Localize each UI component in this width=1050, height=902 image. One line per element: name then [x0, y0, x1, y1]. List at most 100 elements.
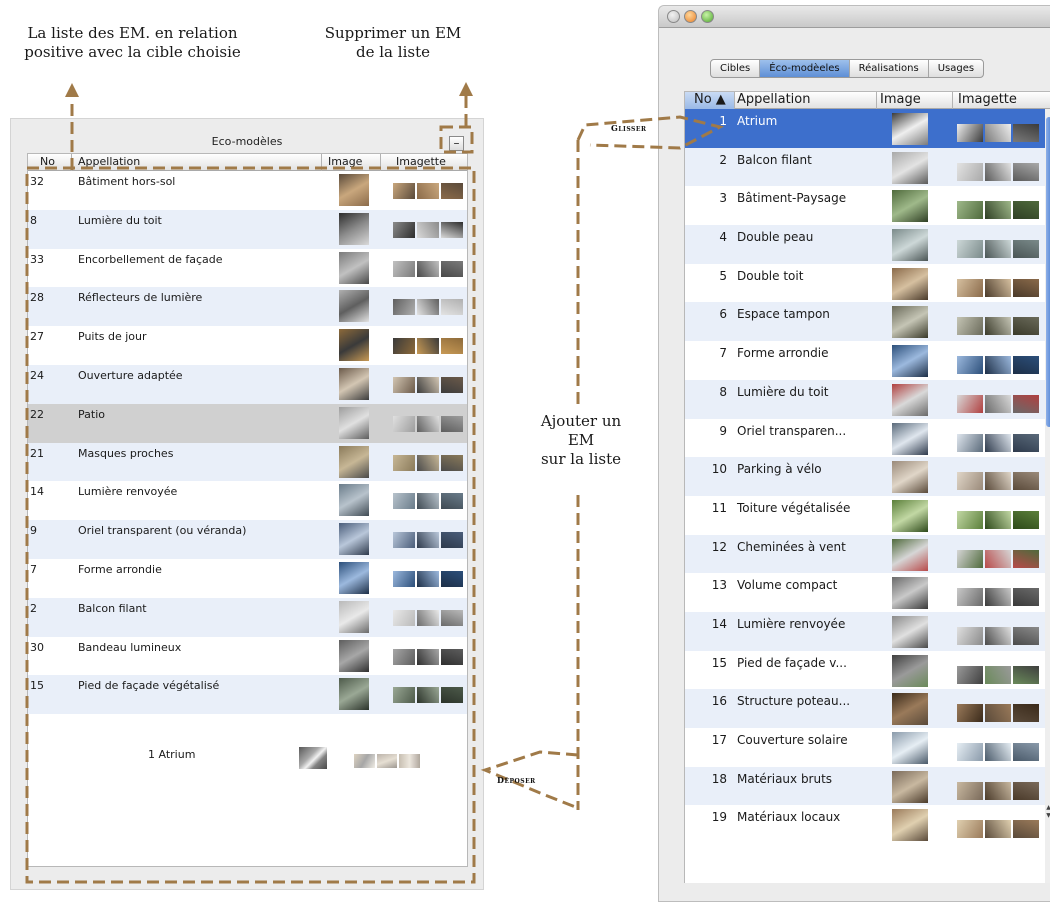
row-number: 19 — [711, 810, 727, 825]
table-body: 1 Atrium 2 Balcon filant 3 Bâtiment-Paysage 4 D… — [685, 109, 1045, 845]
eco-models-window: Cibles Éco-modèeles Réalisations Usages … — [658, 5, 1050, 902]
building-photo-thumbnail — [339, 406, 369, 439]
building-photo-thumbnail — [985, 356, 1011, 375]
imagette-thumbnails — [957, 201, 1039, 220]
table-row[interactable]: 12 Cheminées à vent — [685, 534, 1045, 574]
row-number: 16 — [711, 694, 727, 709]
minimize-light-icon[interactable] — [684, 10, 697, 23]
table-row[interactable]: 7 Forme arrondie — [28, 558, 467, 598]
table-row[interactable]: 19 Matériaux locaux — [685, 805, 1045, 845]
building-photo-thumbnail — [892, 461, 928, 494]
table-row[interactable]: 1 Atrium — [685, 109, 1045, 148]
table-row[interactable]: 16 Structure poteau... — [685, 689, 1045, 728]
imagette-thumbnails — [393, 183, 463, 199]
tab-usages[interactable]: Usages — [929, 60, 983, 77]
building-photo-thumbnail — [985, 433, 1011, 452]
building-photo-thumbnail — [393, 570, 415, 587]
scrollbar-thumb[interactable] — [1046, 117, 1050, 427]
row-appellation: Double toit — [737, 268, 804, 283]
tab-bar: Cibles Éco-modèeles Réalisations Usages — [710, 59, 985, 78]
building-photo-thumbnail — [339, 251, 369, 284]
building-photo-thumbnail — [957, 394, 983, 413]
table-row[interactable]: 2 Balcon filant — [685, 147, 1045, 187]
column-header-image[interactable]: Image — [880, 92, 921, 107]
column-header-appellation[interactable]: Appellation — [737, 92, 811, 107]
close-light-icon[interactable] — [667, 10, 680, 23]
annotation-line: Ajouter un — [540, 412, 622, 430]
row-number: 4 — [719, 230, 727, 245]
tab-eco-modeles[interactable]: Éco-modèeles — [760, 60, 850, 77]
row-number: 33 — [30, 252, 44, 266]
table-row[interactable]: 30 Bandeau lumineux — [28, 636, 467, 676]
tab-cibles[interactable]: Cibles — [711, 60, 761, 77]
remove-button[interactable]: – — [449, 136, 464, 151]
row-appellation: Oriel transparen... — [737, 423, 847, 438]
table-row[interactable]: 15 Pied de façade v... — [685, 650, 1045, 690]
table-row[interactable]: 10 Parking à vélo — [685, 457, 1045, 496]
column-header-imagette[interactable]: Imagette — [958, 92, 1017, 107]
table-row[interactable]: 9 Oriel transparen... — [685, 418, 1045, 458]
imagette-thumbnails — [957, 510, 1039, 529]
building-photo-thumbnail — [985, 781, 1011, 800]
table-row[interactable]: 13 Volume compact — [685, 573, 1045, 612]
imagette-thumbnails — [957, 394, 1039, 413]
table-row[interactable]: 8 Lumière du toit — [685, 379, 1045, 419]
building-photo-thumbnail — [417, 648, 439, 665]
table-row[interactable]: 11 Toiture végétalisée — [685, 495, 1045, 535]
column-header-no-sort-ascending[interactable]: No ▲ — [694, 92, 726, 107]
table-row[interactable]: 22 Patio — [28, 403, 467, 443]
table-row[interactable]: 21 Masques proches — [28, 442, 467, 482]
table-row[interactable]: 2 Balcon filant — [28, 597, 467, 637]
building-photo-thumbnail — [985, 124, 1011, 142]
row-appellation: Espace tampon — [737, 307, 830, 322]
column-header-appellation[interactable]: Appellation — [78, 155, 140, 168]
table-row[interactable]: 24 Ouverture adaptée — [28, 364, 467, 404]
imagette-thumbnails — [957, 549, 1039, 568]
building-photo-thumbnail — [892, 732, 928, 764]
row-number: 32 — [30, 175, 44, 188]
building-photo-thumbnail — [1013, 201, 1039, 220]
table-row[interactable]: 17 Couverture solaire — [685, 728, 1045, 767]
imagette-thumbnails — [393, 415, 463, 432]
building-photo-thumbnail — [393, 260, 415, 277]
zoom-light-icon[interactable] — [701, 10, 714, 23]
table-row[interactable]: 18 Matériaux bruts — [685, 766, 1045, 806]
table-row[interactable]: 28 Réflecteurs de lumière — [28, 287, 467, 327]
building-photo-thumbnail — [441, 570, 463, 587]
scroll-arrows-icon[interactable]: ▲▼ — [1045, 804, 1050, 826]
building-photo-thumbnail — [892, 499, 928, 532]
table-row[interactable]: 27 Puits de jour — [28, 326, 467, 365]
table-row[interactable]: 14 Lumière renvoyée — [28, 481, 467, 521]
row-appellation: Puits de jour — [78, 330, 147, 344]
table-row[interactable]: 15 Pied de façade végétalisé — [28, 675, 467, 715]
table-row[interactable]: 8 Lumière du toit — [28, 209, 467, 249]
building-photo-thumbnail — [393, 338, 415, 355]
building-photo-thumbnail — [393, 376, 415, 393]
building-photo-thumbnail — [441, 338, 463, 355]
building-photo-thumbnail — [957, 162, 983, 181]
imagette-thumbnails — [393, 299, 463, 316]
vertical-scrollbar[interactable]: ▲▼ — [1045, 109, 1050, 883]
table-row[interactable]: 7 Forme arrondie — [685, 341, 1045, 380]
column-header-imagette[interactable]: Imagette — [396, 155, 446, 168]
selected-eco-models-table[interactable]: No Appellation Image Imagette 32 Bâtiment… — [27, 153, 468, 867]
table-row[interactable]: 6 Espace tampon — [685, 302, 1045, 342]
table-row[interactable]: 32 Bâtiment hors-sol — [28, 171, 467, 210]
annotation-line: positive avec la cible choisie — [24, 43, 241, 61]
table-row[interactable]: 5 Double toit — [685, 263, 1045, 303]
tab-realisations[interactable]: Réalisations — [850, 60, 929, 77]
imagette-thumbnails — [957, 124, 1039, 142]
all-eco-models-table[interactable]: No ▲ Appellation Image Imagette 1 Atrium 2… — [684, 91, 1050, 883]
column-header-no[interactable]: No — [40, 155, 55, 168]
window-titlebar[interactable] — [659, 6, 1050, 28]
column-header-image[interactable]: Image — [328, 155, 362, 168]
table-row[interactable]: 4 Double peau — [685, 225, 1045, 264]
table-row[interactable]: 3 Bâtiment-Paysage — [685, 186, 1045, 226]
building-photo-thumbnail — [1013, 510, 1039, 529]
table-row[interactable]: 9 Oriel transparent (ou véranda) — [28, 520, 467, 559]
imagette-thumbnails — [957, 704, 1039, 723]
panel-title: Eco-modèles — [211, 135, 283, 148]
table-row[interactable]: 14 Lumière renvoyée — [685, 611, 1045, 651]
building-photo-thumbnail — [985, 626, 1011, 645]
table-row[interactable]: 33 Encorbellement de façade — [28, 248, 467, 288]
